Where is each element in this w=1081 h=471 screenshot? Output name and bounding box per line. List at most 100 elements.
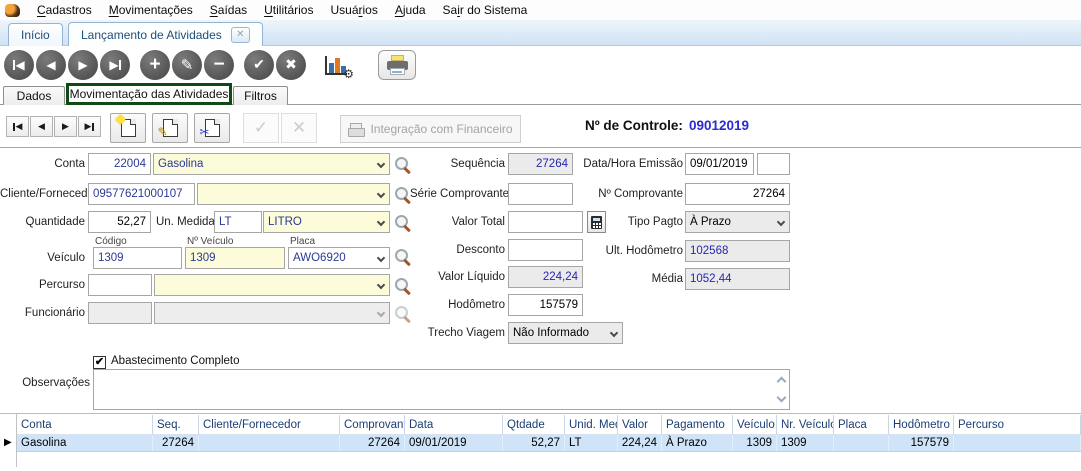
valor-total-field[interactable]: [508, 211, 583, 233]
cliente-codigo-field[interactable]: 09577621000107: [88, 183, 195, 205]
subtab-dados[interactable]: Dados: [3, 86, 65, 105]
next-record-button[interactable]: ▶: [68, 49, 98, 80]
grid-cell[interactable]: Gasolina: [17, 435, 153, 451]
serie-comprovante-field[interactable]: [508, 183, 573, 205]
confirm-button[interactable]: ✔: [244, 49, 274, 80]
grid-col-header[interactable]: Data: [405, 415, 503, 435]
calculator-button[interactable]: [587, 211, 606, 233]
funcionario-combo[interactable]: [154, 302, 390, 324]
print-button[interactable]: [378, 49, 416, 80]
grid-col-header[interactable]: Seq.: [153, 415, 199, 435]
percurso-codigo-field[interactable]: [88, 274, 152, 296]
last-record-button[interactable]: ▶: [100, 49, 130, 80]
post-button[interactable]: ✓: [243, 113, 279, 143]
chevron-down-icon[interactable]: [609, 328, 619, 338]
un-medida-combo[interactable]: LITRO: [263, 211, 390, 233]
scroll-up-icon[interactable]: [776, 376, 787, 387]
cliente-search-icon[interactable]: [394, 186, 411, 203]
grid-prev-button[interactable]: ◀: [30, 116, 53, 137]
grid-col-header[interactable]: Pagamento: [662, 415, 733, 435]
grid-cell[interactable]: 224,24: [618, 435, 662, 451]
grid-cell[interactable]: [954, 435, 1081, 451]
previous-record-button[interactable]: ◀: [36, 49, 66, 80]
grid-last-button[interactable]: ▶: [78, 116, 101, 137]
scroll-down-icon[interactable]: [776, 392, 787, 403]
un-medida-search-icon[interactable]: [394, 214, 411, 231]
funcionario-search-icon[interactable]: [394, 305, 411, 322]
integracao-financeiro-button[interactable]: Integração com Financeiro: [340, 115, 521, 143]
conta-codigo-field[interactable]: 22004: [88, 153, 151, 175]
subtab-filtros[interactable]: Filtros: [233, 86, 288, 105]
tipo-pagto-combo[interactable]: À Prazo: [685, 211, 790, 233]
chevron-down-icon[interactable]: [376, 253, 386, 263]
grid-cell[interactable]: 09/01/2019: [405, 435, 503, 451]
grid-col-header[interactable]: Unid. Med.: [565, 415, 618, 435]
grid-col-header[interactable]: Conta: [17, 415, 153, 435]
veiculo-nr-field[interactable]: 1309: [185, 247, 285, 269]
grid-col-header[interactable]: Qtdade: [503, 415, 565, 435]
chevron-down-icon[interactable]: [376, 217, 386, 227]
grid-col-header[interactable]: Comprovante: [340, 415, 405, 435]
grid-cell[interactable]: 27264: [340, 435, 405, 451]
delete-document-button[interactable]: ✂: [194, 113, 230, 143]
edit-document-button[interactable]: ✎: [152, 113, 188, 143]
tab-close-icon[interactable]: ✕: [230, 26, 250, 43]
grid-first-button[interactable]: ◀: [6, 116, 29, 137]
observacoes-textarea[interactable]: [93, 369, 790, 410]
abastecimento-completo-checkbox[interactable]: ✔: [93, 356, 106, 369]
tab-inicio[interactable]: Início: [8, 23, 63, 46]
grid-col-header[interactable]: Hodômetro: [889, 415, 954, 435]
conta-search-icon[interactable]: [394, 156, 411, 173]
data-emissao-field[interactable]: 09/01/2019: [685, 153, 754, 175]
conta-descricao-combo[interactable]: Gasolina: [153, 153, 390, 175]
trecho-viagem-combo[interactable]: Não Informado: [508, 322, 623, 344]
percurso-search-icon[interactable]: [394, 277, 411, 294]
hodometro-field[interactable]: 157579: [508, 294, 583, 316]
subtab-movimentacao-das-atividades[interactable]: Movimentação das Atividades: [66, 83, 232, 105]
cancel-edit-button[interactable]: ✕: [281, 113, 317, 143]
chart-settings-button[interactable]: ⚙: [320, 50, 356, 80]
add-record-button[interactable]: +: [140, 49, 170, 80]
cancel-button[interactable]: ✖: [276, 49, 306, 80]
grid-cell[interactable]: 52,27: [503, 435, 565, 451]
veiculo-codigo-field[interactable]: 1309: [93, 247, 182, 269]
grid-cell[interactable]: 27264: [153, 435, 199, 451]
delete-record-button[interactable]: −: [204, 49, 234, 80]
grid-col-header[interactable]: Placa: [834, 415, 889, 435]
grid-col-header[interactable]: Cliente/Fornecedor: [199, 415, 340, 435]
veiculo-placa-combo[interactable]: AWO6920: [288, 247, 390, 269]
menu-item-utilitarios[interactable]: Utilitários: [264, 3, 313, 17]
chevron-down-icon[interactable]: [376, 280, 386, 290]
menu-item-movimentacoes[interactable]: Movimentações: [109, 3, 193, 17]
edit-record-button[interactable]: ✎: [172, 49, 202, 80]
chevron-down-icon[interactable]: [376, 189, 386, 199]
grid-col-header[interactable]: Percurso: [954, 415, 1081, 435]
n-comprovante-field[interactable]: 27264: [685, 183, 790, 205]
chevron-down-icon[interactable]: [376, 159, 386, 169]
quantidade-field[interactable]: 52,27: [88, 211, 151, 233]
desconto-field[interactable]: [508, 239, 583, 261]
grid-next-button[interactable]: ▶: [54, 116, 77, 137]
first-record-button[interactable]: ◀: [4, 49, 34, 80]
grid-cell[interactable]: 1309: [777, 435, 834, 451]
funcionario-codigo-field[interactable]: [88, 302, 152, 324]
menu-item-ajuda[interactable]: Ajuda: [395, 3, 426, 17]
grid-col-header[interactable]: Veículo: [733, 415, 777, 435]
cliente-descricao-combo[interactable]: [197, 183, 390, 205]
menu-item-cadastros[interactable]: Cadastros: [37, 3, 92, 17]
grid-cell[interactable]: [834, 435, 889, 451]
menu-item-sair-do-sistema[interactable]: Sair do Sistema: [443, 3, 528, 17]
grid-cell[interactable]: 1309: [733, 435, 777, 451]
new-document-button[interactable]: [110, 113, 146, 143]
menu-item-usuarios[interactable]: Usuários: [330, 3, 377, 17]
un-medida-codigo-field[interactable]: LT: [214, 211, 262, 233]
chevron-down-icon[interactable]: [776, 217, 786, 227]
grid-col-header[interactable]: Valor: [618, 415, 662, 435]
tab-lancamento-atividades[interactable]: Lançamento de Atividades ✕: [68, 22, 263, 46]
grid-col-header[interactable]: Nr. Veículo: [777, 415, 834, 435]
menu-item-saidas[interactable]: Saídas: [210, 3, 247, 17]
grid-cell[interactable]: [199, 435, 340, 451]
veiculo-search-icon[interactable]: [394, 248, 411, 265]
grid-cell[interactable]: LT: [565, 435, 618, 451]
hora-emissao-field[interactable]: [757, 153, 790, 175]
